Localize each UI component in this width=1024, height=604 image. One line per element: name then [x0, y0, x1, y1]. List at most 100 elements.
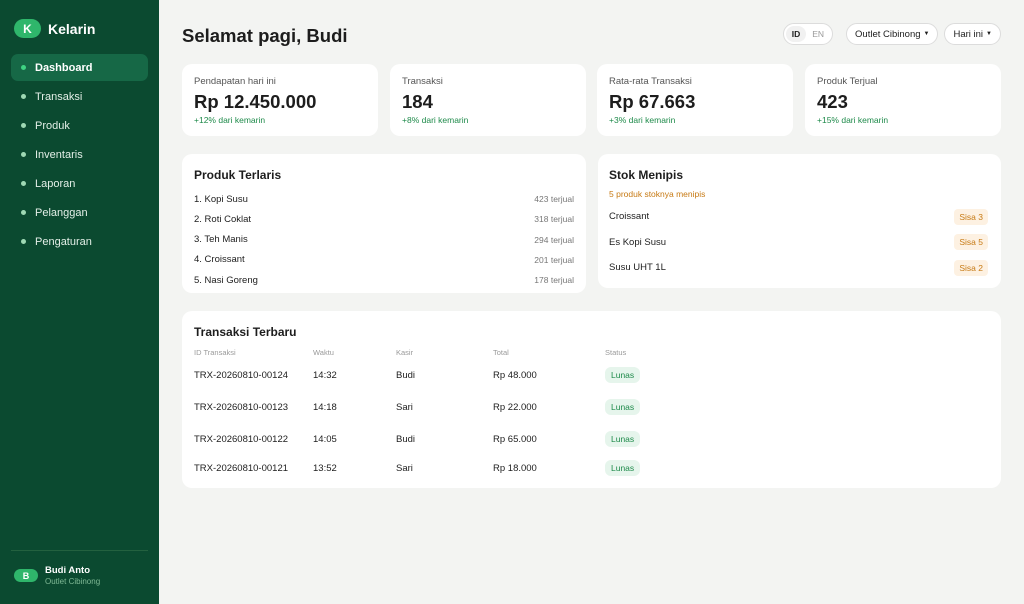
product-sold: 318 terjual	[534, 214, 574, 225]
bullet-icon	[21, 152, 26, 157]
list-item: 3. Teh Manis 294 terjual	[194, 230, 574, 250]
column-header: ID Transaksi	[194, 347, 236, 357]
table-row[interactable]: TRX-20260810-00121 13:52 Sari Rp 18.000 …	[194, 455, 664, 481]
sidebar-item-label: Inventaris	[35, 148, 83, 161]
bullet-icon	[21, 94, 26, 99]
kpi-value: Rp 67.663	[609, 91, 696, 112]
user-profile[interactable]: B Budi Anto Outlet Cibinong	[14, 565, 100, 586]
kpi-delta: +3% dari kemarin	[609, 115, 676, 125]
kpi-value: 423	[817, 91, 848, 112]
table-row[interactable]: TRX-20260810-00123 14:18 Sari Rp 22.000 …	[194, 391, 664, 423]
kpi-label: Pendapatan hari ini	[194, 76, 276, 87]
bullet-icon	[21, 181, 26, 186]
sidebar-item-label: Transaksi	[35, 90, 83, 103]
sidebar-item-label: Produk	[35, 119, 70, 132]
list-item: 5. Nasi Goreng 178 terjual	[194, 270, 574, 290]
product-name: 5. Nasi Goreng	[194, 274, 258, 286]
sidebar-item-pengaturan[interactable]: Pengaturan	[11, 228, 148, 255]
bullet-icon	[21, 123, 26, 128]
bullet-icon	[21, 65, 26, 70]
caret-down-icon: ▼	[986, 31, 992, 37]
product-sold: 423 terjual	[534, 194, 574, 205]
column-header: Status	[605, 347, 627, 357]
stock-remaining-badge: Sisa 5	[954, 234, 988, 251]
user-outlet: Outlet Cibinong	[45, 577, 101, 586]
list-item: Croissant Sisa 3	[609, 204, 988, 230]
sidebar-divider	[11, 550, 148, 551]
product-name: 2. Roti Coklat	[194, 213, 252, 225]
transaction-status-cell: Lunas	[605, 359, 664, 391]
status-badge: Lunas	[605, 367, 641, 383]
sidebar-item-pelanggan[interactable]: Pelanggan	[11, 199, 148, 226]
low-stock-card: Stok Menipis 5 produk stoknya menipis Cr…	[598, 154, 1001, 288]
list-item: 4. Croissant 201 terjual	[194, 250, 574, 270]
table-row[interactable]: TRX-20260810-00124 14:32 Budi Rp 48.000 …	[194, 359, 664, 391]
sidebar-item-laporan[interactable]: Laporan	[11, 170, 148, 197]
sidebar-item-transaksi[interactable]: Transaksi	[11, 83, 148, 110]
brand-logo: K	[14, 19, 41, 38]
lang-option-en[interactable]: EN	[806, 26, 830, 42]
product-name: 1. Kopi Susu	[194, 193, 248, 205]
list-item: 1. Kopi Susu 423 terjual	[194, 189, 574, 209]
kpi-card-revenue: Pendapatan hari ini Rp 12.450.000 +12% d…	[182, 64, 378, 136]
outlet-select-value: Outlet Cibinong	[855, 28, 921, 40]
product-sold: 201 terjual	[534, 254, 574, 265]
kpi-label: Transaksi	[402, 76, 443, 87]
list-item: Susu UHT 1L Sisa 2	[609, 255, 988, 281]
header-controls: ID EN Outlet Cibinong ▼ Hari ini ▼	[782, 23, 1001, 45]
low-stock-subtitle: 5 produk stoknya menipis	[609, 189, 706, 199]
sidebar-item-inventaris[interactable]: Inventaris	[11, 141, 148, 168]
lang-option-id[interactable]: ID	[785, 26, 807, 42]
column-header: Kasir	[396, 347, 414, 357]
transaction-total: Rp 48.000	[493, 369, 537, 381]
transaction-time: 13:52	[313, 462, 337, 474]
kpi-card-transactions: Transaksi 184 +8% dari kemarin	[390, 64, 586, 136]
transaction-status-cell: Lunas	[605, 391, 664, 423]
transaction-id: TRX-20260810-00124	[194, 369, 289, 381]
bullet-icon	[21, 239, 26, 244]
transaction-status-cell: Lunas	[605, 423, 664, 455]
product-sold: 294 terjual	[534, 234, 574, 245]
transaction-cashier: Budi	[396, 433, 416, 445]
period-select-value: Hari ini	[953, 28, 984, 40]
card-title: Produk Terlaris	[194, 168, 282, 182]
table-row[interactable]: TRX-20260810-00122 14:05 Budi Rp 65.000 …	[194, 423, 664, 455]
kpi-label: Produk Terjual	[817, 76, 878, 87]
transaction-time: 14:18	[313, 401, 337, 413]
sidebar-item-label: Laporan	[35, 177, 76, 190]
status-badge: Lunas	[605, 460, 641, 476]
status-badge: Lunas	[605, 431, 641, 447]
list-item: 2. Roti Coklat 318 terjual	[194, 209, 574, 229]
top-products-list: 1. Kopi Susu 423 terjual 2. Roti Coklat …	[194, 189, 574, 290]
status-badge: Lunas	[605, 399, 641, 415]
stock-product-name: Susu UHT 1L	[609, 262, 666, 274]
recent-transactions-card: Transaksi Terbaru ID Transaksi Waktu Kas…	[182, 311, 1001, 488]
period-select[interactable]: Hari ini ▼	[944, 23, 1001, 45]
avatar: B	[14, 569, 38, 582]
transaction-status-cell: Lunas	[605, 455, 664, 481]
transaction-id: TRX-20260810-00122	[194, 433, 289, 445]
user-info: Budi Anto Outlet Cibinong	[45, 565, 100, 586]
outlet-select[interactable]: Outlet Cibinong ▼	[846, 23, 939, 45]
transaction-id: TRX-20260810-00123	[194, 401, 289, 413]
sidebar-item-dashboard[interactable]: Dashboard	[11, 54, 148, 81]
card-title: Stok Menipis	[609, 168, 684, 182]
transaction-time: 14:32	[313, 369, 337, 381]
card-title: Transaksi Terbaru	[194, 325, 297, 339]
brand[interactable]: K Kelarin	[14, 19, 95, 38]
top-products-card: Produk Terlaris 1. Kopi Susu 423 terjual…	[182, 154, 586, 293]
column-header: Waktu	[313, 347, 334, 357]
column-header: Total	[493, 347, 509, 357]
list-item: Es Kopi Susu Sisa 5	[609, 230, 988, 256]
sidebar-item-label: Pengaturan	[35, 235, 92, 248]
transaction-total: Rp 22.000	[493, 401, 537, 413]
bullet-icon	[21, 210, 26, 215]
transaction-cashier: Sari	[396, 462, 413, 474]
brand-name: Kelarin	[48, 20, 96, 37]
transaction-total: Rp 65.000	[493, 433, 537, 445]
kpi-card-average: Rata-rata Transaksi Rp 67.663 +3% dari k…	[597, 64, 793, 136]
sidebar: K Kelarin Dashboard Transaksi Produk Inv…	[0, 0, 159, 604]
kpi-card-products-sold: Produk Terjual 423 +15% dari kemarin	[805, 64, 1001, 136]
kpi-delta: +15% dari kemarin	[817, 115, 889, 125]
sidebar-item-produk[interactable]: Produk	[11, 112, 148, 139]
